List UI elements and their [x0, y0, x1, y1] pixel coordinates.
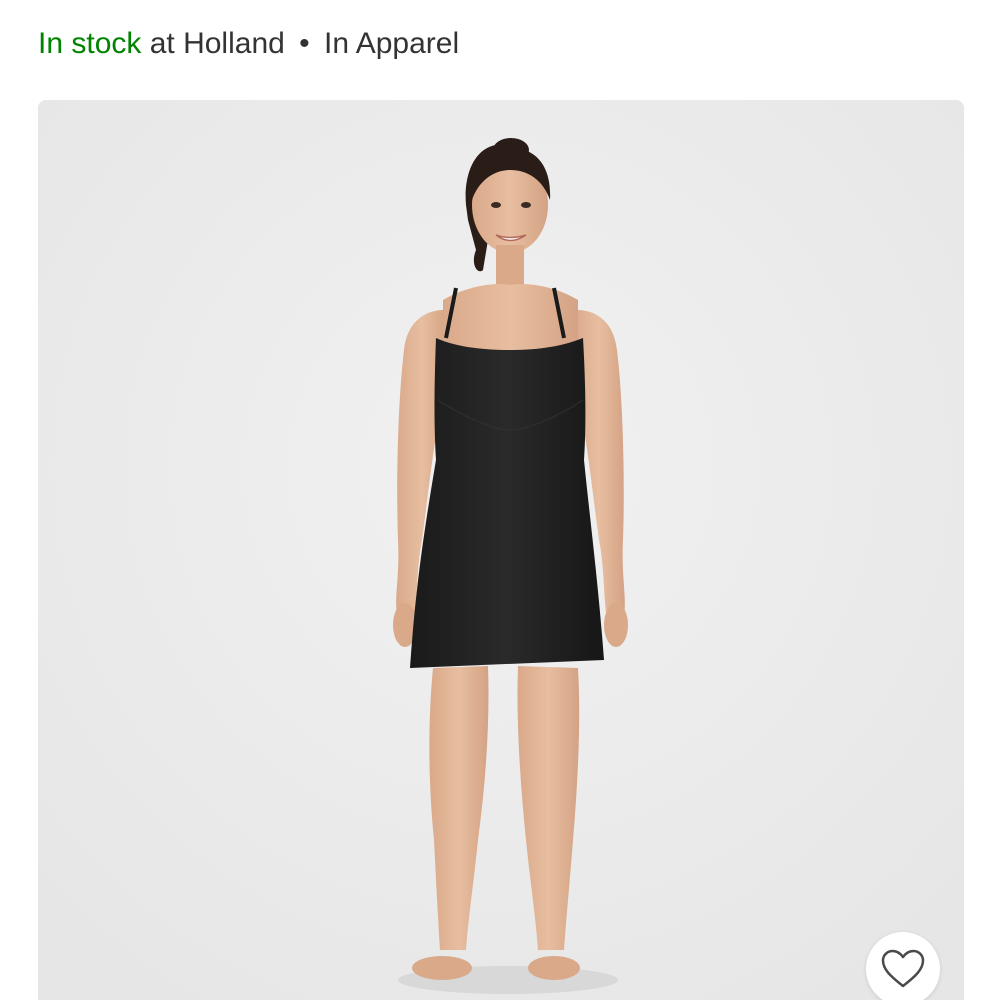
store-location[interactable]: at Holland: [150, 27, 285, 60]
heart-outline-icon: [881, 949, 925, 988]
favorite-button[interactable]: [866, 932, 940, 1000]
availability-line: In stock at Holland • In Apparel: [38, 24, 459, 64]
stock-status: In stock: [38, 27, 142, 60]
department-label: In Apparel: [324, 27, 460, 60]
product-image-card[interactable]: [38, 100, 964, 1000]
separator-dot: •: [299, 27, 310, 60]
product-page: In stock at Holland • In Apparel: [0, 0, 1000, 1000]
product-photo: [38, 100, 964, 1000]
